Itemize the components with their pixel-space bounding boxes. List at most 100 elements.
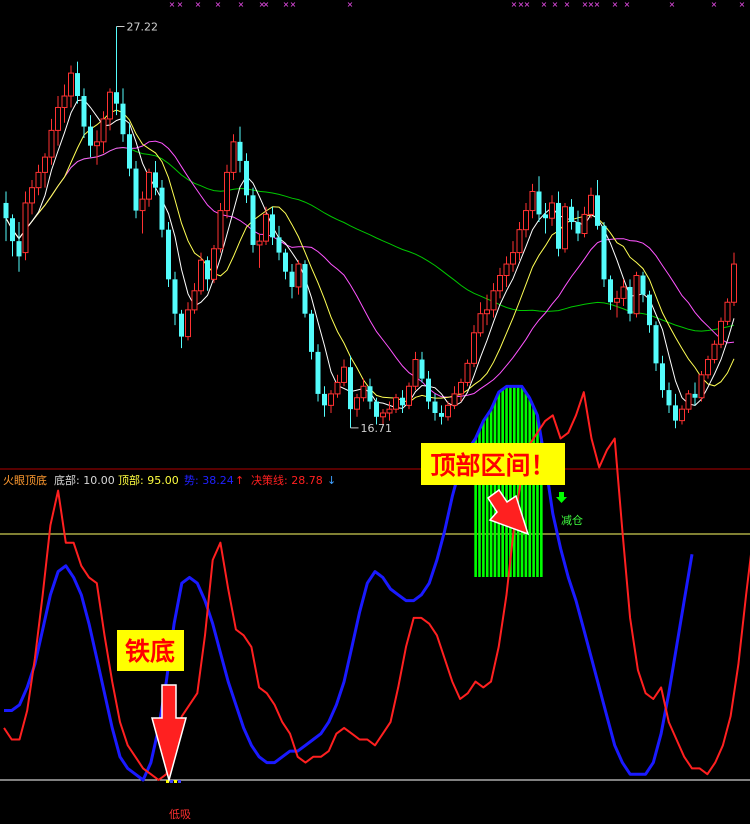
candle-body (322, 393, 327, 406)
candle-body (400, 397, 405, 406)
candle-body (244, 160, 249, 196)
candle-body (673, 405, 678, 421)
top-zone-bar (493, 400, 497, 577)
stock-chart: 27.2216.71× × × × × ×× × × × × × × × × × × × × × × × × × 火眼顶底 … (0, 0, 750, 824)
candle-body (523, 210, 529, 231)
candle-body (127, 134, 132, 169)
top-zone-bar (536, 415, 539, 577)
top-zone-bar (532, 406, 535, 577)
candle-body (341, 366, 347, 383)
candle-body (380, 412, 386, 418)
candle-body (75, 73, 80, 97)
candle-body (458, 381, 464, 395)
candle-body (153, 172, 158, 188)
candle-body (432, 401, 438, 413)
candle-body (581, 213, 588, 234)
signal-cross-icon: × (511, 0, 518, 9)
candle-body (309, 313, 314, 352)
candle-body (179, 313, 184, 337)
candle-body (529, 190, 536, 212)
candle-body (35, 171, 42, 189)
candle-body (608, 279, 613, 303)
candle-body (315, 351, 321, 394)
candle-body (569, 206, 574, 223)
candle-body (543, 214, 548, 219)
candle-body (10, 218, 15, 242)
top-zone-bar (489, 409, 493, 577)
candle-body (698, 374, 705, 399)
candle-body (94, 141, 100, 147)
reduce-label: 减仓 (561, 513, 583, 527)
bottom-signal-dot (178, 780, 181, 783)
candle-body (679, 408, 685, 422)
signal-cross-icon: × (669, 0, 676, 9)
candle-body (685, 393, 692, 410)
candle-body (61, 95, 68, 108)
candle-body (328, 393, 334, 406)
signal-cross-icon: × (612, 0, 619, 9)
signal-cross-icon: × (169, 0, 176, 9)
candle-body (159, 187, 165, 230)
candle-body (497, 275, 503, 292)
candle-body (588, 194, 594, 215)
high-price-label: 27.22 (127, 21, 159, 34)
candle-body (731, 263, 737, 303)
candle-body (484, 309, 490, 315)
candle-body (439, 412, 444, 417)
candle-body (250, 195, 256, 245)
signal-cross-icon: × (552, 0, 559, 9)
top-zone-bar (528, 397, 532, 577)
candle-body (510, 252, 516, 265)
candle-body (270, 214, 275, 238)
signal-cross-icon: × (238, 0, 245, 9)
candle-body (705, 359, 711, 376)
candle-body (185, 309, 191, 338)
indicator-trend-label: 势: 38.24 (184, 474, 234, 487)
candle-body (211, 248, 217, 280)
candle-body (205, 260, 210, 280)
candle-body (224, 171, 230, 212)
indicator-decision-label: 决策线: 28.78 (251, 473, 323, 487)
low-price-label: 16.71 (361, 422, 393, 435)
signal-cross-icon: × (739, 0, 746, 9)
candle-body (647, 294, 652, 326)
signal-cross-icon: × (564, 0, 571, 9)
candle-body (107, 91, 113, 120)
signal-cross-icon: × (195, 0, 202, 9)
signal-cross-icon: × (711, 0, 718, 9)
candle-body (471, 332, 477, 364)
candle-body (120, 103, 126, 135)
signal-cross-icon: × (283, 0, 290, 9)
top-zone-bar (485, 415, 489, 577)
candle-body (88, 126, 93, 146)
candle-body (283, 252, 288, 272)
candle-body (114, 92, 119, 104)
signal-cross-icon: × (290, 0, 297, 9)
candle-body (354, 397, 360, 410)
candle-body (419, 359, 425, 379)
candle-body (263, 213, 269, 242)
candle-body (653, 325, 659, 364)
candle-body (55, 106, 61, 131)
candle-body (374, 401, 379, 417)
candle-body (536, 191, 542, 215)
candle-body (256, 240, 263, 246)
candle-body (360, 385, 367, 399)
candle-body (575, 222, 581, 234)
candle-body (692, 393, 698, 398)
candle-body (386, 408, 393, 414)
candle-body (711, 343, 718, 361)
signal-cross-icon: × (177, 0, 184, 9)
candle-body (614, 297, 620, 303)
candle-body (490, 290, 497, 311)
signal-cross-icon: × (541, 0, 548, 9)
candle-body (230, 141, 237, 173)
iron-bottom-callout: 铁底 (125, 637, 175, 666)
candle-body (16, 241, 22, 257)
signal-cross-icon: × (524, 0, 531, 9)
candle-body (133, 168, 139, 211)
candle-body (633, 275, 640, 315)
candle-body (217, 210, 224, 250)
candle-body (620, 286, 627, 299)
candle-body (503, 263, 510, 277)
